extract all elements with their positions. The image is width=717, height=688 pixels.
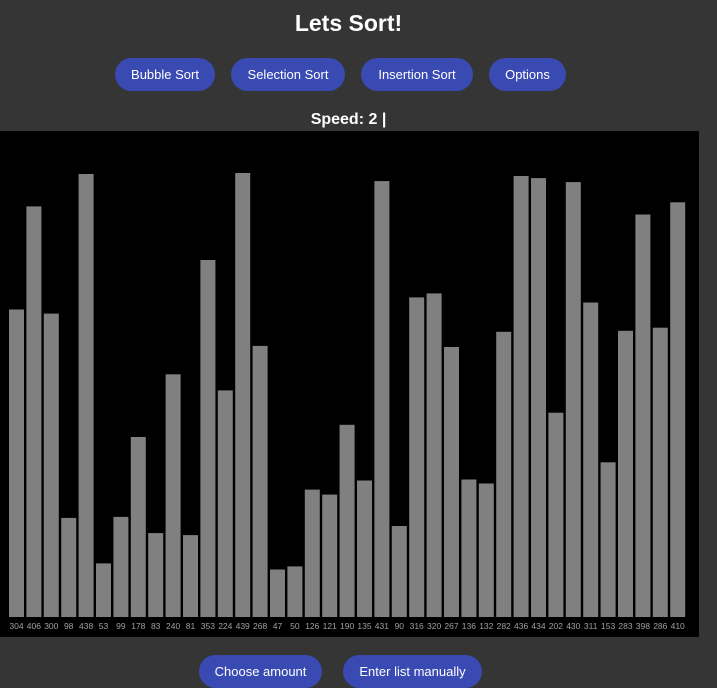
bar	[148, 533, 164, 617]
bar	[374, 181, 390, 617]
insertion-sort-button[interactable]: Insertion Sort	[361, 58, 473, 91]
bar	[548, 412, 564, 617]
bar-value-label: 132	[479, 621, 493, 631]
bar	[391, 526, 407, 617]
list-controls: Choose amount Enter list manually	[0, 655, 697, 688]
bar-value-label: 126	[305, 621, 319, 631]
bar	[130, 437, 146, 617]
bar	[531, 178, 546, 617]
bar	[183, 535, 198, 617]
choose-amount-button[interactable]: Choose amount	[199, 655, 322, 688]
bar-value-label: 47	[273, 621, 283, 631]
bar	[670, 202, 686, 618]
bar	[426, 293, 442, 617]
bar-value-label: 121	[323, 621, 337, 631]
bar	[461, 479, 477, 617]
bar-value-label: 286	[653, 621, 667, 631]
bar-value-label: 430	[566, 621, 580, 631]
page-title: Lets Sort!	[294, 10, 403, 36]
bar-value-label: 136	[462, 621, 476, 631]
bar-value-label: 53	[99, 621, 109, 631]
bar	[217, 390, 233, 617]
bar-value-label: 398	[636, 621, 650, 631]
bar-value-label: 282	[497, 621, 511, 631]
bar	[96, 563, 111, 617]
bar-value-label: 178	[131, 621, 145, 631]
bar-value-label: 320	[427, 621, 441, 631]
bar-chart: 304 406 300 98 438 53 99 178 83 240 81 353 224 439 268…	[9, 173, 686, 631]
bar-value-label: 406	[27, 621, 41, 631]
bar	[322, 494, 338, 617]
bar-value-label: 300	[44, 621, 58, 631]
bar-value-label: 83	[151, 621, 161, 631]
bar-value-label: 311	[584, 621, 598, 631]
bar-value-label: 316	[410, 621, 424, 631]
bar-value-label: 81	[186, 621, 196, 631]
sort-visualizer: 304 406 300 98 438 53 99 178 83 240 81 353 224 439 268…	[0, 131, 699, 637]
bar-value-label: 202	[549, 621, 563, 631]
enter-list-manually-button[interactable]: Enter list manually	[343, 655, 482, 688]
bar	[43, 313, 59, 617]
bar	[287, 566, 303, 617]
bar	[304, 489, 320, 617]
bar-value-label: 135	[357, 621, 371, 631]
options-button[interactable]: Options	[489, 58, 566, 91]
bar-value-label: 99	[116, 621, 126, 631]
sort-toolbar: Bubble Sort Selection Sort Insertion Sor…	[0, 58, 697, 91]
bar	[235, 173, 251, 617]
bar	[26, 206, 42, 617]
bar	[635, 214, 651, 617]
bar-value-label: 438	[79, 621, 93, 631]
bar-value-label: 268	[253, 621, 267, 631]
bar	[78, 174, 94, 617]
bar	[113, 516, 129, 617]
bar	[409, 297, 425, 617]
bar	[339, 424, 355, 617]
bar	[496, 331, 512, 617]
bar-value-label: 267	[444, 621, 458, 631]
bar	[444, 347, 459, 617]
bar-value-label: 224	[218, 621, 232, 631]
bar-value-label: 410	[671, 621, 685, 631]
bubble-sort-button[interactable]: Bubble Sort	[115, 58, 215, 91]
bar	[478, 483, 494, 617]
bar-value-label: 283	[618, 621, 632, 631]
bar	[252, 345, 268, 617]
bar-value-label: 190	[340, 621, 354, 631]
bar-value-label: 240	[166, 621, 180, 631]
bar	[270, 569, 285, 617]
selection-sort-button[interactable]: Selection Sort	[231, 58, 345, 91]
bar	[200, 260, 216, 617]
bar	[61, 517, 77, 617]
bar-value-label: 431	[375, 621, 389, 631]
speed-indicator: Speed: 2 |	[310, 111, 387, 128]
bar	[9, 309, 24, 617]
bar	[565, 182, 581, 617]
bar	[357, 480, 372, 617]
bar-value-label: 304	[9, 621, 23, 631]
bar	[513, 176, 529, 617]
bar-value-label: 90	[395, 621, 405, 631]
bar-value-label: 153	[601, 621, 615, 631]
bar	[165, 374, 181, 617]
bar-value-label: 98	[64, 621, 74, 631]
bar-value-label: 439	[236, 621, 250, 631]
bar	[583, 302, 599, 617]
bar	[618, 330, 633, 617]
bar-value-label: 50	[290, 621, 300, 631]
bar-value-label: 434	[531, 621, 545, 631]
bar-value-label: 353	[201, 621, 215, 631]
bar	[600, 462, 616, 617]
bar-value-label: 436	[514, 621, 528, 631]
bar	[652, 327, 668, 617]
